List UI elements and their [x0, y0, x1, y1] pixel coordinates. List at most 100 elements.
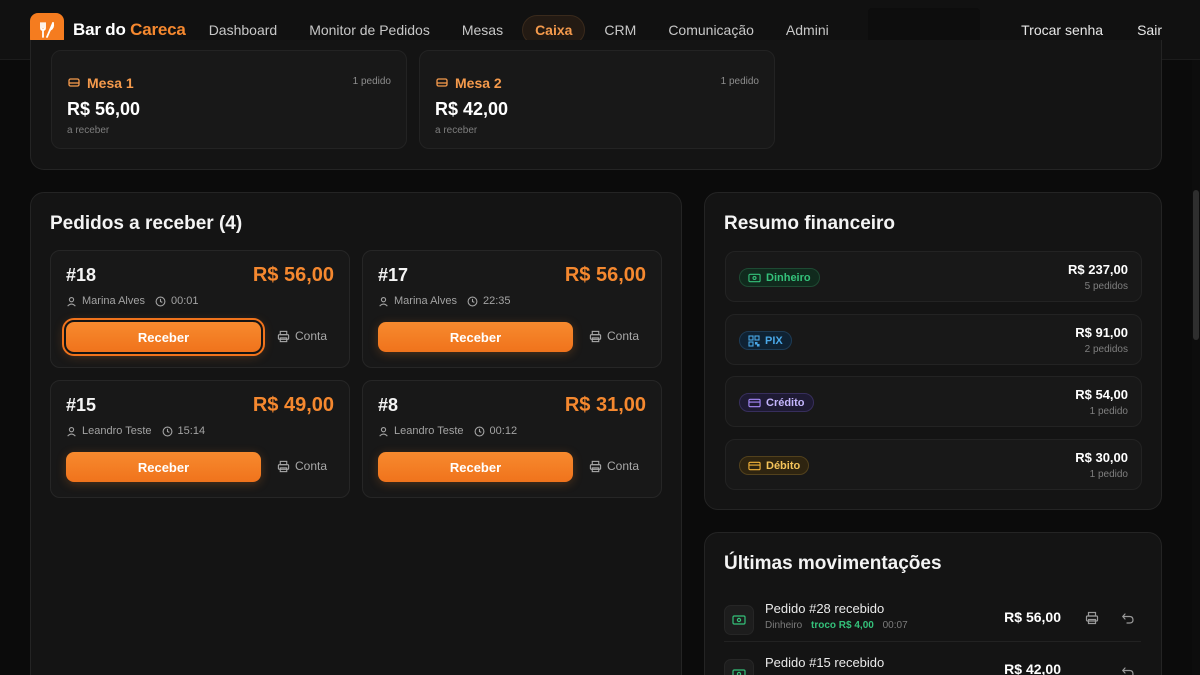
finance-row-credito: Crédito R$ 54,00 1 pedido: [725, 376, 1142, 427]
order-customer: Marina Alves: [82, 295, 145, 307]
receive-button[interactable]: Receber: [66, 452, 261, 482]
print-bill-label: Conta: [607, 459, 640, 473]
payment-order-count: 2 pedidos: [1084, 344, 1128, 355]
finance-row-debito: Débito R$ 30,00 1 pedido: [725, 439, 1142, 490]
order-customer: Leandro Teste: [394, 425, 464, 437]
print-bill-button[interactable]: Conta: [277, 329, 327, 343]
order-id: #17: [378, 265, 409, 285]
clock-icon: [474, 426, 484, 436]
print-bill-label: Conta: [295, 329, 328, 343]
cash-icon: [724, 659, 754, 675]
payment-method-label: Dinheiro: [766, 271, 811, 284]
order-meta: Marina Alves 00:01: [66, 295, 199, 307]
transaction-title: Pedido #28 recebido: [765, 601, 885, 616]
mesa-card[interactable]: Mesa 2 1 pedido R$ 42,00 a receber: [419, 50, 775, 149]
scrollbar-thumb[interactable]: [1193, 190, 1199, 340]
payment-method-label: PIX: [765, 334, 783, 347]
table-icon: [68, 78, 80, 87]
movimentacoes-title: Últimas movimentações: [724, 553, 942, 574]
mesa-name-label: Mesa 2: [455, 75, 502, 91]
finance-row-pix: PIX R$ 91,00 2 pedidos: [725, 314, 1142, 365]
resumo-title: Resumo financeiro: [724, 213, 896, 234]
transaction-method: Dinheiro: [765, 620, 803, 631]
clock-icon: [467, 296, 478, 306]
print-bill-button[interactable]: Conta: [277, 459, 327, 473]
page-scrollbar[interactable]: [1192, 60, 1200, 675]
print-bill-button[interactable]: Conta: [589, 329, 639, 343]
payment-total: R$ 91,00: [1075, 325, 1128, 340]
divider: [724, 641, 1141, 642]
user-icon: [67, 296, 76, 306]
qr-code-icon: [748, 334, 760, 347]
logout-link[interactable]: Sair: [1137, 22, 1162, 38]
table-icon: [436, 78, 448, 87]
mesa-name: Mesa 1: [67, 75, 134, 91]
cash-icon: [724, 605, 754, 635]
order-total: R$ 56,00: [564, 264, 646, 286]
user-icon: [379, 296, 388, 306]
credit-card-icon: [748, 398, 761, 407]
order-id: #18: [66, 265, 97, 285]
mesas-panel: Mesa 1 1 pedido R$ 56,00 a receber Mesa …: [30, 40, 1162, 170]
transaction-amount: R$ 42,00: [1004, 661, 1061, 675]
payment-method-label: Débito: [766, 459, 801, 472]
brand-name-part2: Careca: [130, 19, 186, 39]
payment-badge: PIX: [739, 331, 792, 350]
mesa-amount-caption: a receber: [435, 125, 478, 136]
order-time: 00:12: [489, 425, 518, 437]
brand-name: Bar do Careca: [73, 20, 186, 40]
order-customer: Marina Alves: [394, 295, 457, 307]
clock-icon: [162, 426, 172, 436]
print-bill-button[interactable]: Conta: [589, 459, 639, 473]
undo-icon[interactable]: [1121, 611, 1135, 630]
mesa-amount: R$ 56,00: [67, 99, 141, 119]
payment-order-count: 5 pedidos: [1084, 281, 1128, 292]
mesa-order-count: 1 pedido: [352, 76, 391, 87]
order-total: R$ 56,00: [252, 264, 334, 286]
order-meta: Leandro Teste 15:14: [66, 425, 205, 437]
order-meta: Marina Alves 22:35: [378, 295, 511, 307]
payment-order-count: 1 pedido: [1089, 406, 1128, 417]
payment-badge: Crédito: [739, 393, 814, 412]
change-password-link[interactable]: Trocar senha: [1021, 22, 1103, 38]
mesa-card[interactable]: Mesa 1 1 pedido R$ 56,00 a receber: [51, 50, 407, 149]
order-id: #15: [66, 395, 97, 415]
ultimas-movimentacoes-panel: Últimas movimentações Pedido #28 recebid…: [704, 532, 1162, 675]
printer-icon[interactable]: [1085, 611, 1099, 630]
mesa-order-count: 1 pedido: [720, 76, 759, 87]
printer-icon: [277, 330, 290, 342]
transaction-row: Pedido #28 recebido Dinheiro troco R$ 4,…: [724, 599, 1141, 647]
transaction-title: Pedido #15 recebido: [765, 655, 885, 670]
order-total: R$ 31,00: [564, 394, 646, 416]
receive-button[interactable]: Receber: [378, 322, 573, 352]
resumo-financeiro-panel: Resumo financeiro Dinheiro R$ 237,00 5 p…: [704, 192, 1162, 510]
pedidos-a-receber-panel: Pedidos a receber (4) #18 R$ 56,00 Marin…: [30, 192, 682, 675]
undo-icon[interactable]: [1121, 665, 1135, 675]
transaction-details: Dinheiro troco R$ 4,00 00:07: [765, 620, 908, 631]
order-card: #17 R$ 56,00 Marina Alves 22:35 Receber …: [362, 250, 662, 368]
mesa-amount-caption: a receber: [67, 125, 110, 136]
order-total: R$ 49,00: [252, 394, 334, 416]
mesa-amount: R$ 42,00: [435, 99, 509, 119]
transaction-row: Pedido #15 recebido R$ 42,00: [724, 653, 1141, 675]
payment-badge: Dinheiro: [739, 268, 820, 287]
order-id: #8: [378, 395, 399, 415]
transaction-amount: R$ 56,00: [1004, 609, 1061, 625]
pedidos-title: Pedidos a receber (4): [50, 213, 243, 234]
order-time: 22:35: [482, 295, 511, 307]
order-time: 00:01: [170, 295, 199, 307]
cash-icon: [748, 273, 761, 282]
payment-badge: Débito: [739, 456, 810, 475]
receive-button[interactable]: Receber: [64, 320, 263, 354]
print-bill-label: Conta: [607, 329, 640, 343]
order-customer: Leandro Teste: [82, 425, 152, 437]
transaction-time: 00:07: [882, 620, 908, 631]
debit-card-icon: [748, 461, 761, 470]
finance-row-dinheiro: Dinheiro R$ 237,00 5 pedidos: [725, 251, 1142, 302]
printer-icon: [589, 330, 602, 342]
print-bill-label: Conta: [295, 459, 328, 473]
receive-button[interactable]: Receber: [378, 452, 573, 482]
payment-order-count: 1 pedido: [1089, 469, 1128, 480]
order-time: 15:14: [177, 425, 206, 437]
brand-name-part1: Bar do: [73, 19, 131, 39]
